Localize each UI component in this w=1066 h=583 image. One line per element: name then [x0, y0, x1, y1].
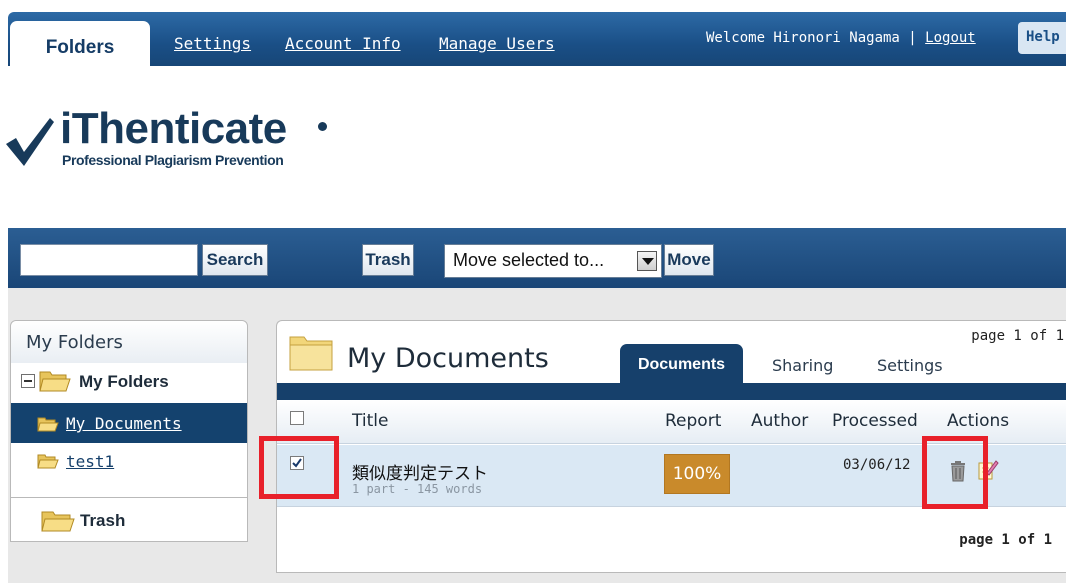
folder-open-icon: [39, 371, 71, 392]
folder-icon: [289, 336, 333, 371]
top-navigation: Folders Settings Account Info Manage Use…: [0, 0, 1066, 68]
move-select-value: Move selected to...: [453, 250, 605, 270]
divider: [11, 497, 247, 498]
ithenticate-logo: iThenticate Professional Plagiarism Prev…: [4, 104, 334, 174]
logout-link[interactable]: Logout: [925, 30, 976, 46]
report-badge[interactable]: 100%: [664, 454, 730, 494]
folder-item-trash[interactable]: Trash: [11, 501, 247, 539]
tab-folders[interactable]: Folders: [10, 21, 150, 68]
tab-settings[interactable]: Settings: [877, 356, 943, 375]
move-selected-select[interactable]: Move selected to...: [444, 244, 662, 278]
tree-root-label: My Folders: [79, 372, 169, 391]
document-title-link[interactable]: 類似度判定テスト: [352, 459, 488, 484]
help-label: Help: [1026, 29, 1060, 45]
folders-panel-title: My Folders: [26, 332, 123, 353]
welcome-text: Welcome Hironori Nagama |: [706, 30, 926, 46]
column-title[interactable]: Title: [352, 411, 388, 431]
trash-button[interactable]: Trash: [362, 244, 414, 276]
column-actions: Actions: [947, 411, 1010, 431]
checkmark-icon: [6, 118, 54, 166]
search-button[interactable]: Search: [202, 244, 268, 276]
help-button[interactable]: Help: [1018, 22, 1066, 54]
column-processed[interactable]: Processed: [832, 411, 918, 431]
page-indicator-bottom: page 1 of 1: [959, 532, 1052, 548]
column-report[interactable]: Report: [665, 411, 721, 431]
folder-item-label: My Documents: [66, 414, 182, 433]
select-all-checkbox[interactable]: [290, 411, 304, 425]
tab-sharing[interactable]: Sharing: [772, 356, 833, 375]
tab-bar: [277, 383, 1066, 400]
folders-panel: My Folders My Folders My Documents test1…: [10, 320, 248, 542]
folder-item-my-documents[interactable]: My Documents: [11, 403, 247, 443]
chevron-down-icon[interactable]: [637, 251, 657, 271]
document-meta: 1 part - 145 words: [352, 482, 483, 496]
folder-open-icon: [37, 454, 59, 469]
tab-folders-label: Folders: [45, 37, 115, 58]
folder-open-icon: [37, 417, 59, 432]
logo-tagline: Professional Plagiarism Prevention: [62, 152, 284, 168]
registered-mark-icon: [318, 122, 327, 131]
folders-panel-header: My Folders: [11, 321, 247, 363]
tab-documents-label: Documents: [637, 356, 726, 373]
folder-item-label: Trash: [80, 511, 126, 530]
folder-open-icon: [41, 511, 75, 532]
report-score: 100%: [672, 464, 722, 484]
tab-account-info[interactable]: Account Info: [285, 34, 401, 53]
tab-settings[interactable]: Settings: [174, 34, 251, 53]
collapse-icon[interactable]: [21, 374, 35, 388]
folder-item-label: test1: [66, 452, 115, 471]
tab-manage-users[interactable]: Manage Users: [439, 34, 555, 53]
search-input[interactable]: [20, 244, 198, 276]
welcome-message: Welcome Hironori Nagama | Logout: [706, 30, 976, 46]
column-author[interactable]: Author: [751, 411, 808, 431]
folder-item-test1[interactable]: test1: [11, 445, 247, 485]
tab-documents[interactable]: Documents: [620, 344, 743, 384]
page-title: My Documents: [347, 343, 549, 374]
highlight-box-checkbox: [259, 436, 339, 499]
page-indicator-top: page 1 of 1: [971, 328, 1064, 344]
move-button[interactable]: Move: [664, 244, 714, 276]
processed-date: 03/06/12: [843, 457, 911, 473]
highlight-box-trash: [922, 436, 988, 509]
logo-name: iThenticate: [60, 104, 287, 153]
